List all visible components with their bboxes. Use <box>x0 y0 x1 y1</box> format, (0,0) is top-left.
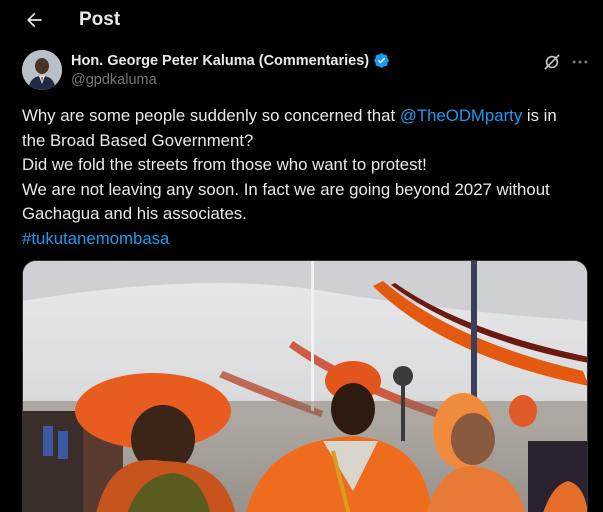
mention-link[interactable]: @TheODMparty <box>400 106 522 125</box>
author-row: Hon. George Peter Kaluma (Commentaries) … <box>22 50 592 94</box>
more-horizontal-icon[interactable] <box>570 52 590 72</box>
tweet-line-4: We are not leaving any soon. In fact we … <box>22 179 550 199</box>
tweet-text-segment: is in <box>522 106 557 125</box>
tweet-text-segment: Why are some people suddenly so concerne… <box>22 106 400 125</box>
page-title: Post <box>79 9 121 30</box>
author-name-row: Hon. George Peter Kaluma (Commentaries) <box>71 52 390 69</box>
avatar[interactable] <box>22 50 62 90</box>
grok-icon[interactable] <box>542 52 562 72</box>
author-name[interactable]: Hon. George Peter Kaluma (Commentaries) <box>71 53 369 69</box>
back-button[interactable] <box>22 8 46 32</box>
hashtag-link[interactable]: #tukutanemombasa <box>22 229 169 248</box>
media-image[interactable] <box>22 260 588 512</box>
tweet-line-5: Gachagua and his associates. <box>22 204 247 224</box>
tweet-line-3: Did we fold the streets from those who w… <box>22 155 427 175</box>
tweet-line-2: the Broad Based Government? <box>22 130 254 150</box>
tweet-line-1: Why are some people suddenly so concerne… <box>22 104 592 129</box>
arrow-left-icon <box>27 12 42 28</box>
verified-badge-icon <box>374 53 389 68</box>
tweet-text: Why are some people suddenly so concerne… <box>22 104 592 252</box>
author-handle[interactable]: @gpdkaluma <box>71 72 157 88</box>
top-bar: Post <box>0 0 603 42</box>
rally-photo <box>23 261 587 512</box>
